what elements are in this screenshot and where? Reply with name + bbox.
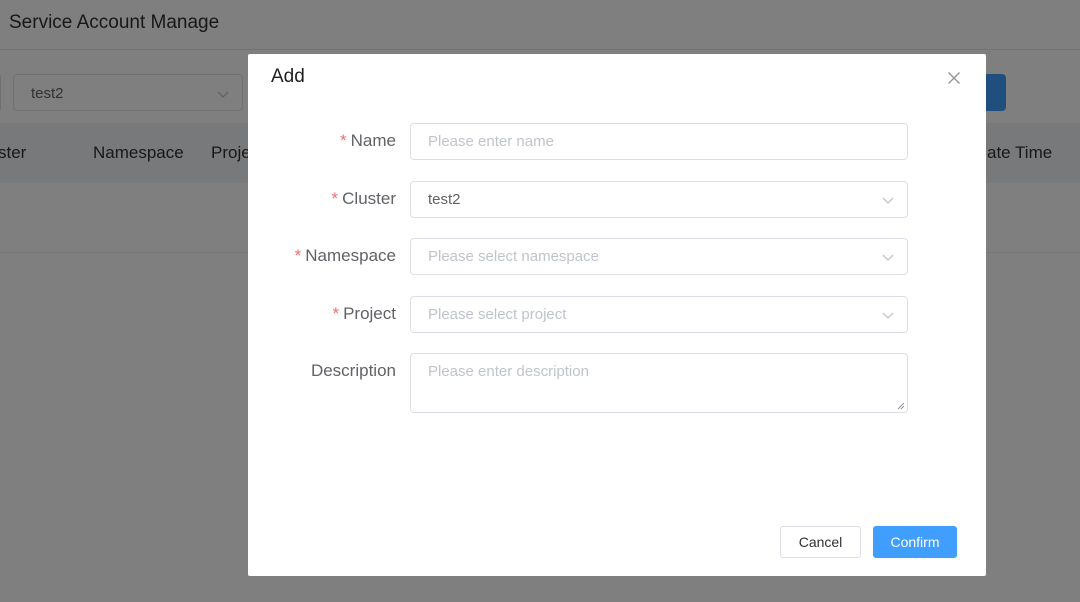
project-select-placeholder: Please select project <box>428 306 567 323</box>
namespace-select-placeholder: Please select namespace <box>428 248 599 265</box>
name-label: * Name <box>340 131 396 151</box>
cluster-select[interactable]: test2 <box>410 181 908 218</box>
cluster-select-value: test2 <box>428 191 461 208</box>
name-label-text: Name <box>350 131 396 150</box>
name-input[interactable]: Please enter name <box>410 123 908 160</box>
namespace-label: * Namespace <box>295 246 396 266</box>
close-icon[interactable] <box>946 70 962 86</box>
name-input-placeholder: Please enter name <box>428 133 554 150</box>
project-label-text: Project <box>343 304 396 323</box>
chevron-down-icon <box>882 254 894 261</box>
confirm-button[interactable]: Confirm <box>873 526 957 558</box>
required-mark: * <box>340 131 347 150</box>
chevron-down-icon <box>882 312 894 319</box>
dialog-title: Add <box>271 66 305 87</box>
cluster-label: * Cluster <box>332 189 396 209</box>
resize-grip-icon[interactable] <box>897 402 905 410</box>
description-textarea[interactable]: Please enter description <box>410 353 908 413</box>
required-mark: * <box>294 246 302 265</box>
description-textarea-placeholder: Please enter description <box>428 363 589 380</box>
description-label: Description <box>311 361 396 381</box>
project-select[interactable]: Please select project <box>410 296 908 333</box>
add-dialog: Add * Name Please enter name * Cluster tes… <box>248 54 986 576</box>
required-mark: * <box>331 189 339 208</box>
description-label-text: Description <box>310 361 396 380</box>
namespace-select[interactable]: Please select namespace <box>410 238 908 275</box>
cluster-label-text: Cluster <box>342 189 396 208</box>
namespace-label-text: Namespace <box>305 246 396 265</box>
cancel-button[interactable]: Cancel <box>780 526 861 558</box>
chevron-down-icon <box>882 197 894 204</box>
project-label: * Project <box>332 304 396 324</box>
required-mark: * <box>332 304 340 323</box>
